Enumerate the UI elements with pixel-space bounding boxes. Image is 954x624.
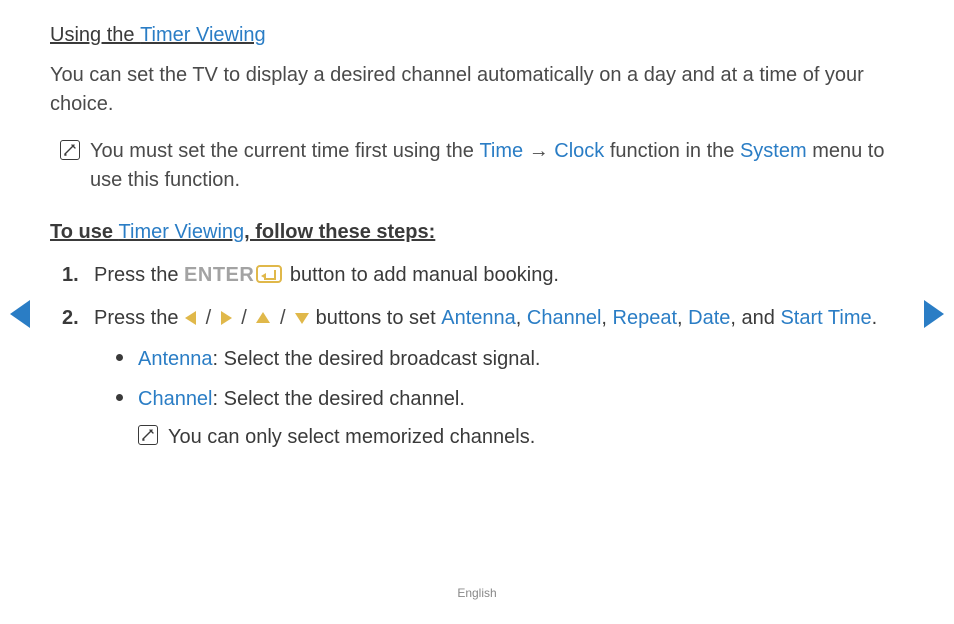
down-arrow-icon	[295, 313, 309, 324]
note-text: You must set the current time first usin…	[90, 137, 904, 195]
channel-label: Channel	[138, 388, 213, 410]
antenna-label: Antenna	[138, 348, 213, 370]
period: .	[872, 307, 878, 329]
chevron-right-icon	[924, 300, 944, 328]
time-link: Time	[479, 140, 523, 162]
next-page-button[interactable]	[924, 300, 944, 328]
step-body: Press the ENTER button to add manual boo…	[94, 260, 904, 291]
clock-link: Clock	[554, 140, 604, 162]
step2-pre: Press the	[94, 307, 184, 329]
antenna-link: Antenna	[441, 307, 516, 329]
slash: /	[200, 307, 217, 329]
steps-heading: To use Timer Viewing, follow these steps…	[50, 221, 904, 244]
intro-text: You can set the TV to display a desired …	[50, 61, 904, 119]
comma: ,	[516, 307, 527, 329]
prev-page-button[interactable]	[10, 300, 30, 328]
step1-pre: Press the	[94, 264, 184, 286]
step-2: 2. Press the / / / buttons to set Antenn…	[62, 303, 904, 462]
repeat-link: Repeat	[613, 307, 678, 329]
slash: /	[274, 307, 291, 329]
comma: ,	[601, 307, 612, 329]
slash: /	[236, 307, 253, 329]
right-arrow-icon	[221, 311, 232, 325]
subheading-pre: To use	[50, 221, 119, 243]
up-arrow-icon	[256, 312, 270, 323]
step1-post: button to add manual booking.	[284, 264, 559, 286]
arrow-separator: →	[523, 140, 554, 162]
channel-note-text: You can only select memorized channels.	[168, 422, 535, 452]
bullet-antenna: Antenna: Select the desired broadcast si…	[116, 344, 904, 374]
antenna-desc: : Select the desired broadcast signal.	[213, 348, 541, 370]
note-pre: You must set the current time first usin…	[90, 140, 479, 162]
step-number: 2.	[62, 303, 84, 334]
system-link: System	[740, 140, 807, 162]
note-icon	[60, 140, 80, 160]
step-body: Press the / / / buttons to set Antenna , …	[94, 303, 904, 462]
channel-subnote: You can only select memorized channels.	[138, 422, 904, 452]
and-text: , and	[730, 307, 780, 329]
starttime-link: Start Time	[780, 307, 871, 329]
bullet-list: Antenna: Select the desired broadcast si…	[94, 344, 904, 452]
enter-icon	[256, 265, 282, 283]
footer-language: English	[0, 586, 954, 600]
step2-mid: buttons to set	[310, 307, 441, 329]
page-heading: Using the Timer Viewing	[50, 24, 904, 47]
comma: ,	[677, 307, 688, 329]
step-1: 1. Press the ENTER button to add manual …	[62, 260, 904, 291]
note-icon	[138, 425, 158, 445]
left-arrow-icon	[185, 311, 196, 325]
note-mid: function in the	[604, 140, 740, 162]
heading-link: Timer Viewing	[140, 24, 266, 46]
heading-prefix: Using the	[50, 24, 140, 46]
enter-label: ENTER	[184, 264, 254, 286]
page-content: Using the Timer Viewing You can set the …	[0, 0, 954, 462]
note-set-time: You must set the current time first usin…	[60, 137, 904, 195]
chevron-left-icon	[10, 300, 30, 328]
steps-list: 1. Press the ENTER button to add manual …	[50, 260, 904, 462]
channel-desc: : Select the desired channel.	[213, 388, 465, 410]
subheading-link: Timer Viewing	[119, 221, 245, 243]
date-link: Date	[688, 307, 730, 329]
subheading-post: , follow these steps:	[244, 221, 435, 243]
bullet-channel: Channel: Select the desired channel. You…	[116, 384, 904, 452]
step-number: 1.	[62, 260, 84, 291]
channel-link: Channel	[527, 307, 602, 329]
